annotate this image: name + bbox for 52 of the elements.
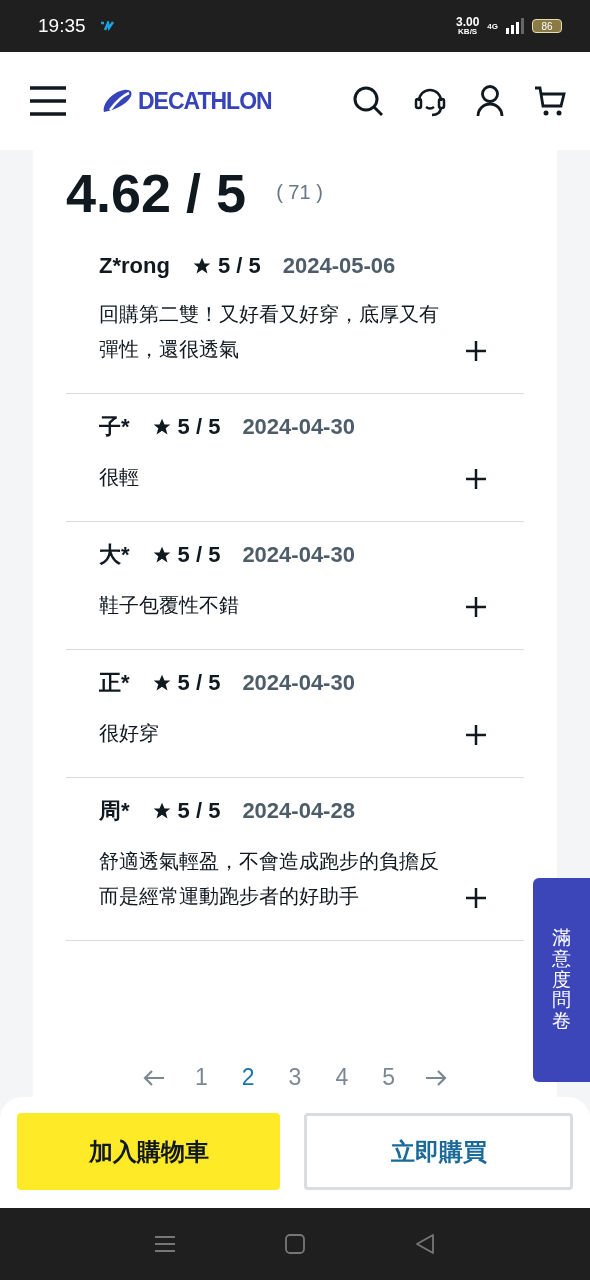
status-time: 19:35: [38, 15, 86, 37]
reviewer-name: 大*: [99, 541, 130, 569]
speed-unit: KB/S: [458, 28, 478, 36]
review-text: 很輕: [99, 465, 140, 490]
review-date: 2024-04-30: [242, 414, 355, 440]
arrow-left-icon[interactable]: [143, 1068, 165, 1087]
brand-logo[interactable]: DECATHLON: [138, 87, 272, 115]
notification-icon: [99, 21, 116, 31]
survey-tab[interactable]: 滿意度問卷: [533, 878, 590, 1082]
plus-icon[interactable]: [466, 341, 486, 361]
average-rating: 4.62 / 5: [66, 161, 247, 224]
review-rating: 5 / 5: [177, 670, 221, 696]
search-icon[interactable]: [352, 85, 384, 117]
account-icon[interactable]: [476, 85, 504, 117]
review-rating: 5 / 5: [177, 414, 221, 440]
buy-now-button[interactable]: 立即購買: [304, 1113, 573, 1190]
home-icon[interactable]: [285, 1234, 305, 1254]
review-date: 2024-04-28: [242, 798, 355, 824]
review-rating: 5 / 5: [177, 542, 221, 568]
reviewer-name: Z*rong: [99, 253, 170, 279]
review-text: 回購第二雙！又好看又好穿，底厚又有彈性，還很透氣: [99, 302, 440, 362]
network-speed: 3.00: [455, 16, 480, 28]
review-text: 舒適透氣輕盈，不會造成跑步的負擔反而是經常運動跑步者的好助手: [99, 849, 440, 909]
review-date: 2024-04-30: [242, 670, 355, 696]
menu-icon[interactable]: [30, 85, 66, 117]
back-icon[interactable]: [415, 1234, 435, 1254]
review-text: 鞋子包覆性不錯: [99, 593, 240, 618]
page-link[interactable]: 3: [284, 1064, 306, 1091]
plus-icon[interactable]: [466, 597, 486, 617]
add-to-cart-button[interactable]: 加入購物車: [17, 1113, 280, 1190]
logo-icon: [102, 88, 134, 114]
page-link[interactable]: 2: [237, 1064, 259, 1091]
plus-icon[interactable]: [466, 725, 486, 745]
review-count: ( 71 ): [276, 181, 323, 204]
review-rating: 5 / 5: [217, 253, 261, 279]
page-link[interactable]: 1: [191, 1064, 212, 1091]
plus-icon[interactable]: [466, 469, 486, 489]
arrow-right-icon[interactable]: [425, 1068, 447, 1087]
reviewer-name: 子*: [99, 413, 130, 441]
reviewer-name: 周*: [99, 797, 130, 825]
plus-icon[interactable]: [466, 888, 486, 908]
page-link[interactable]: 5: [378, 1064, 399, 1091]
review-text: 很好穿: [99, 721, 160, 746]
page-link[interactable]: 4: [331, 1064, 353, 1091]
reviewer-name: 正*: [99, 669, 130, 697]
signal-icon: [506, 18, 524, 34]
cart-icon[interactable]: [534, 85, 566, 117]
network-type: 4G: [487, 21, 498, 31]
review-rating: 5 / 5: [177, 798, 221, 824]
review-date: 2024-04-30: [242, 542, 355, 568]
review-date: 2024-05-06: [282, 253, 396, 279]
battery-indicator: 86: [532, 19, 562, 33]
